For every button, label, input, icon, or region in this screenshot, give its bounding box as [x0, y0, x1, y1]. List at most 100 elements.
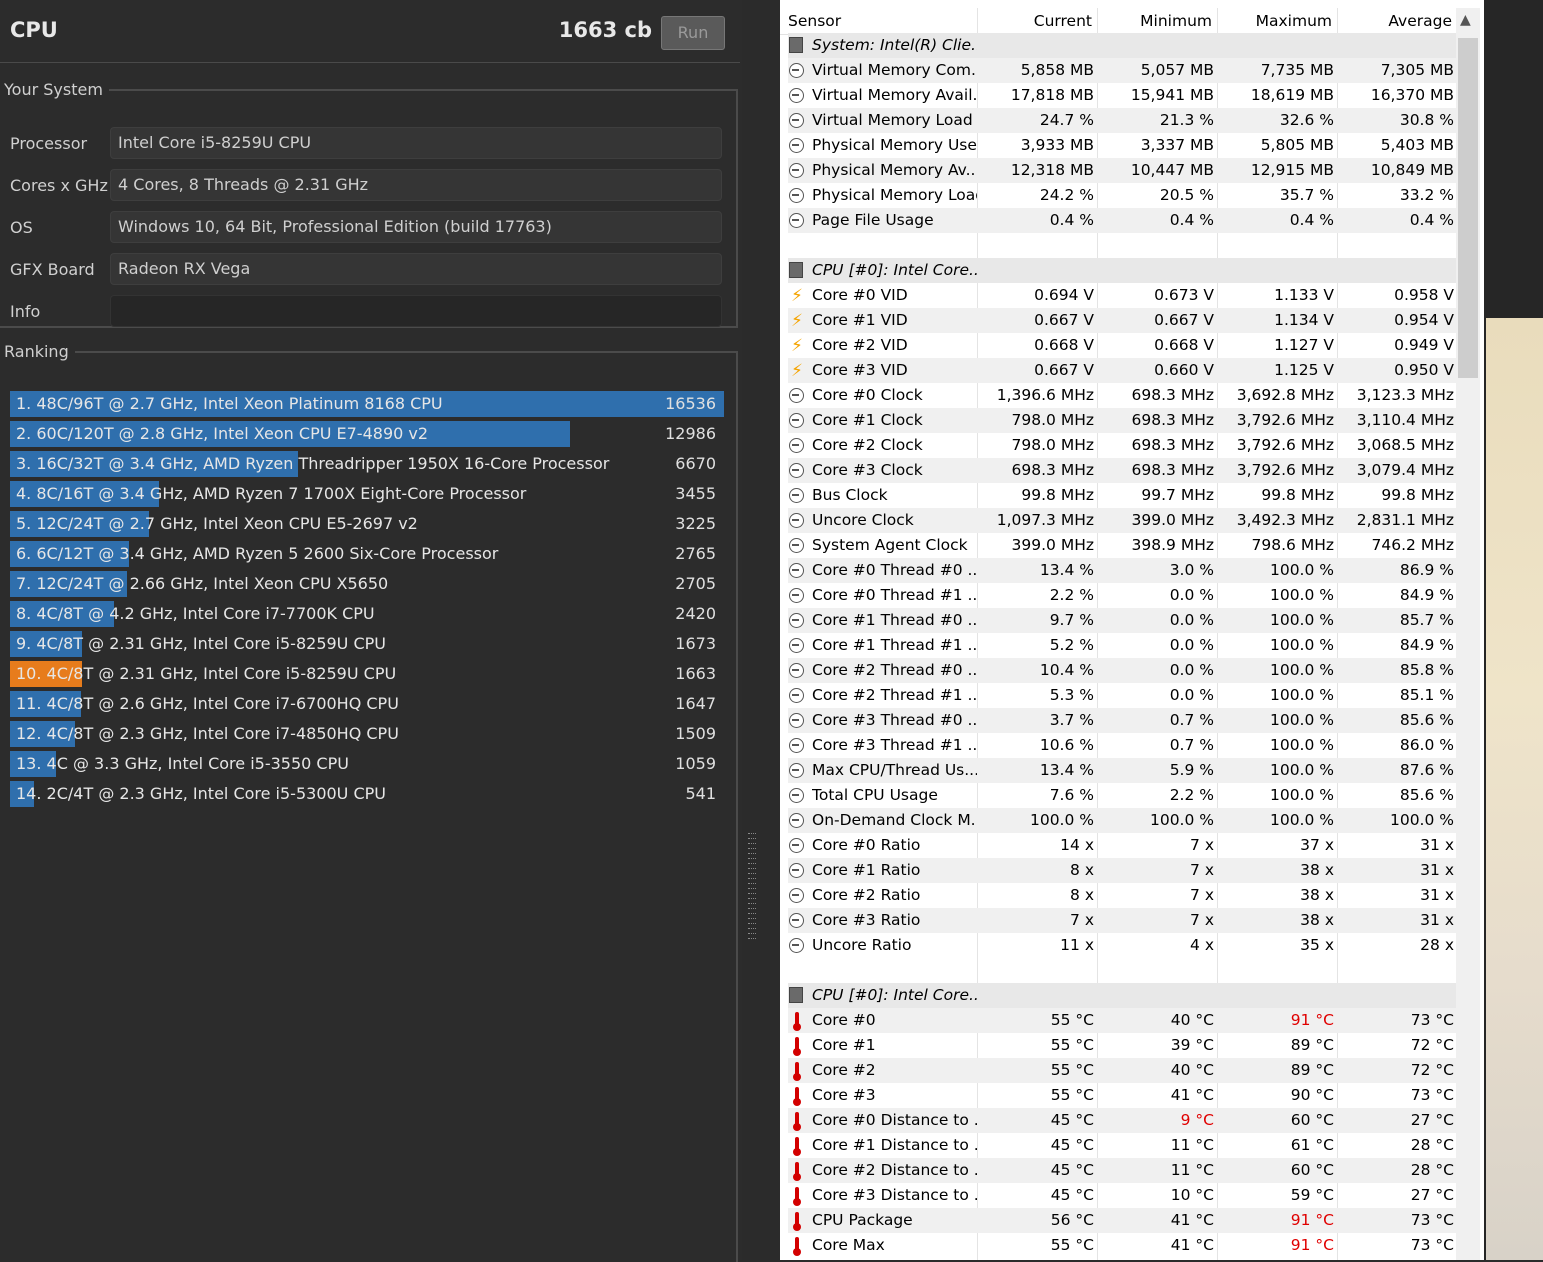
ranking-item[interactable]: 5. 12C/24T @ 2.7 GHz, Intel Xeon CPU E5-…: [10, 511, 724, 537]
sensor-gauge-icon: [789, 162, 807, 180]
ranking-item[interactable]: 6. 6C/12T @ 3.4 GHz, AMD Ryzen 5 2600 Si…: [10, 541, 724, 567]
sensor-row[interactable]: Core #0 Clock 1,396.6 MHz 698.3 MHz 3,692.8…: [788, 383, 1456, 408]
value-maximum: 100.0 %: [1269, 686, 1334, 704]
ranking-item[interactable]: 7. 12C/24T @ 2.66 GHz, Intel Xeon CPU X5…: [10, 571, 724, 597]
sensor-row[interactable]: Core #1 Thread #1 ... 5.2 % 0.0 % 100.0 % 84…: [788, 633, 1456, 658]
column-header-current[interactable]: Current: [976, 12, 1092, 30]
sensor-row[interactable]: ⚡ Core #2 VID 0.668 V 0.668 V 1.127 V 0.949 V: [788, 333, 1456, 358]
sensor-row[interactable]: Core #1 Thread #0 ... 9.7 % 0.0 % 100.0 % 85…: [788, 608, 1456, 633]
sensor-row[interactable]: Core #3 Ratio 7 x 7 x 38 x 31 x: [788, 908, 1456, 933]
sensor-gauge-icon: [789, 412, 807, 430]
sensor-name: Max CPU/Thread Us...: [812, 761, 977, 779]
sensor-row[interactable]: Core #1 55 °C 39 °C 89 °C 72 °C: [788, 1033, 1456, 1058]
sensor-row[interactable]: Core #0 Distance to ... 45 °C 9 °C 60 °C 27 …: [788, 1108, 1456, 1133]
sensor-row[interactable]: ⚡ Core #3 VID 0.667 V 0.660 V 1.125 V 0.950 V: [788, 358, 1456, 383]
ranking-item[interactable]: 1. 48C/96T @ 2.7 GHz, Intel Xeon Platinu…: [10, 391, 724, 417]
sensor-name: Core #2 Ratio: [812, 886, 921, 904]
sensor-row[interactable]: Bus Clock 99.8 MHz 99.7 MHz 99.8 MHz 99.8 MH…: [788, 483, 1456, 508]
sensor-row[interactable]: Core #3 Thread #0 ... 3.7 % 0.7 % 100.0 % 85…: [788, 708, 1456, 733]
ranking-item[interactable]: 9. 4C/8T @ 2.31 GHz, Intel Core i5-8259U…: [10, 631, 724, 657]
system-value-field[interactable]: Radeon RX Vega: [110, 253, 722, 285]
sensor-name: Core Max: [812, 1236, 885, 1254]
sensor-row[interactable]: Virtual Memory Avail... 17,818 MB 15,941 M…: [788, 83, 1456, 108]
value-minimum: 698.3 MHz: [1131, 436, 1214, 454]
sensor-row[interactable]: Core #0 55 °C 40 °C 91 °C 73 °C: [788, 1008, 1456, 1033]
sensor-row[interactable]: Core #2 55 °C 40 °C 89 °C 72 °C: [788, 1058, 1456, 1083]
sensor-row[interactable]: CPU Package 56 °C 41 °C 91 °C 73 °C: [788, 1208, 1456, 1233]
sensor-row[interactable]: On-Demand Clock M... 100.0 % 100.0 % 100.0 …: [788, 808, 1456, 833]
sensor-row[interactable]: Core #3 55 °C 41 °C 90 °C 73 °C: [788, 1083, 1456, 1108]
sensor-row[interactable]: Core #0 Thread #1 ... 2.2 % 0.0 % 100.0 % 84…: [788, 583, 1456, 608]
sensor-row[interactable]: Core #1 Clock 798.0 MHz 698.3 MHz 3,792.6 M…: [788, 408, 1456, 433]
value-maximum: 100.0 %: [1269, 786, 1334, 804]
sensor-name: Core #3 Ratio: [812, 911, 921, 929]
sensor-group-header[interactable]: CPU [#0]: Intel Core...: [788, 258, 1456, 283]
sensor-row[interactable]: Core #2 Ratio 8 x 7 x 38 x 31 x: [788, 883, 1456, 908]
splitter-handle[interactable]: [748, 833, 756, 939]
sensor-group-header[interactable]: CPU [#0]: Intel Core...: [788, 983, 1456, 1008]
sensor-row[interactable]: Core #2 Thread #0 ... 10.4 % 0.0 % 100.0 % 8…: [788, 658, 1456, 683]
scroll-up-icon[interactable]: ▲: [1460, 12, 1471, 28]
ranking-item[interactable]: 11. 4C/8T @ 2.6 GHz, Intel Core i7-6700H…: [10, 691, 724, 717]
ranking-item[interactable]: 12. 4C/8T @ 2.3 GHz, Intel Core i7-4850H…: [10, 721, 724, 747]
sensor-row[interactable]: Physical Memory Used 3,933 MB 3,337 MB 5,80…: [788, 133, 1456, 158]
column-header-average[interactable]: Average: [1336, 12, 1452, 30]
ranking-score: 3455: [675, 484, 716, 503]
desktop-background: [1484, 0, 1543, 1260]
sensor-row[interactable]: Core #3 Distance to ... 45 °C 10 °C 59 °C 27…: [788, 1183, 1456, 1208]
value-average: 0.4 %: [1409, 211, 1454, 229]
ranking-item[interactable]: 2. 60C/120T @ 2.8 GHz, Intel Xeon CPU E7…: [10, 421, 724, 447]
value-average: 2,831.1 MHz: [1356, 511, 1454, 529]
sensor-row[interactable]: Core #3 Thread #1 ... 10.6 % 0.7 % 100.0 % 8…: [788, 733, 1456, 758]
value-average: 33.2 %: [1399, 186, 1454, 204]
sensor-row[interactable]: Core #0 Thread #0 ... 13.4 % 3.0 % 100.0 % 8…: [788, 558, 1456, 583]
sensor-name: Core #1 VID: [812, 311, 908, 329]
thermometer-icon: [789, 1162, 807, 1181]
column-header-maximum[interactable]: Maximum: [1216, 12, 1332, 30]
sensor-gauge-icon: [789, 112, 807, 130]
sensor-row[interactable]: Core #1 Ratio 8 x 7 x 38 x 31 x: [788, 858, 1456, 883]
sensor-row[interactable]: Uncore Clock 1,097.3 MHz 399.0 MHz 3,492.3 …: [788, 508, 1456, 533]
system-value-field[interactable]: Windows 10, 64 Bit, Professional Edition…: [110, 211, 722, 243]
sensor-row[interactable]: Core #2 Distance to ... 45 °C 11 °C 60 °C 28…: [788, 1158, 1456, 1183]
sensor-row[interactable]: Core #1 Distance to ... 45 °C 11 °C 61 °C 28…: [788, 1133, 1456, 1158]
system-value-field[interactable]: 4 Cores, 8 Threads @ 2.31 GHz: [110, 169, 722, 201]
sensor-row[interactable]: Page File Usage 0.4 % 0.4 % 0.4 % 0.4 %: [788, 208, 1456, 233]
vertical-scrollbar[interactable]: ▲: [1456, 8, 1480, 1260]
ranking-item[interactable]: 4. 8C/16T @ 3.4 GHz, AMD Ryzen 7 1700X E…: [10, 481, 724, 507]
sensor-row[interactable]: ⚡ Core #1 VID 0.667 V 0.667 V 1.134 V 0.954 V: [788, 308, 1456, 333]
ranking-item[interactable]: 14. 2C/4T @ 2.3 GHz, Intel Core i5-5300U…: [10, 781, 724, 807]
ranking-item[interactable]: 3. 16C/32T @ 3.4 GHz, AMD Ryzen Threadri…: [10, 451, 724, 477]
sensor-row[interactable]: Core #3 Clock 698.3 MHz 698.3 MHz 3,792.6 M…: [788, 458, 1456, 483]
ranking-item[interactable]: 8. 4C/8T @ 4.2 GHz, Intel Core i7-7700K …: [10, 601, 724, 627]
column-header-sensor[interactable]: Sensor: [788, 12, 841, 30]
info-input[interactable]: [110, 295, 722, 327]
ranking-item[interactable]: 10. 4C/8T @ 2.31 GHz, Intel Core i5-8259…: [10, 661, 724, 687]
sensor-row[interactable]: Core Max 55 °C 41 °C 91 °C 73 °C: [788, 1233, 1456, 1258]
sensor-row[interactable]: Core #2 Thread #1 ... 5.3 % 0.0 % 100.0 % 85…: [788, 683, 1456, 708]
column-header-minimum[interactable]: Minimum: [1096, 12, 1212, 30]
sensor-name: Core #3: [812, 1086, 876, 1104]
value-maximum: 38 x: [1300, 886, 1334, 904]
sensor-row[interactable]: System Agent Clock 399.0 MHz 398.9 MHz 798.…: [788, 533, 1456, 558]
sensor-row[interactable]: Uncore Ratio 11 x 4 x 35 x 28 x: [788, 933, 1456, 958]
sensor-row[interactable]: Physical Memory Load 24.2 % 20.5 % 35.7 % 33…: [788, 183, 1456, 208]
sensor-row[interactable]: Core #2 Clock 798.0 MHz 698.3 MHz 3,792.6 M…: [788, 433, 1456, 458]
system-value-field[interactable]: Intel Core i5-8259U CPU: [110, 127, 722, 159]
run-button[interactable]: Run: [661, 16, 725, 50]
sensor-row[interactable]: Max CPU/Thread Us... 13.4 % 5.9 % 100.0 % 87…: [788, 758, 1456, 783]
sensor-group-header[interactable]: System: Intel(R) Clie...: [788, 33, 1456, 58]
value-current: 55 °C: [1050, 1061, 1094, 1079]
ranking-item[interactable]: 13. 4C @ 3.3 GHz, Intel Core i5-3550 CPU…: [10, 751, 724, 777]
sensor-row[interactable]: Core #0 Ratio 14 x 7 x 37 x 31 x: [788, 833, 1456, 858]
value-maximum: 3,792.6 MHz: [1236, 411, 1334, 429]
sensor-row[interactable]: Total CPU Usage 7.6 % 2.2 % 100.0 % 85.6 %: [788, 783, 1456, 808]
sensor-row[interactable]: ⚡ Core #0 VID 0.694 V 0.673 V 1.133 V 0.958 V: [788, 283, 1456, 308]
value-maximum: 100.0 %: [1269, 561, 1334, 579]
sensor-row[interactable]: Virtual Memory Com... 5,858 MB 5,057 MB 7,7…: [788, 58, 1456, 83]
sensor-name: Core #2 Thread #1 ...: [812, 686, 977, 704]
scrollbar-thumb[interactable]: [1458, 38, 1478, 378]
sensor-row[interactable]: Virtual Memory Load 24.7 % 21.3 % 32.6 % 30.…: [788, 108, 1456, 133]
sensor-row[interactable]: Physical Memory Av... 12,318 MB 10,447 MB 1…: [788, 158, 1456, 183]
value-average: 99.8 MHz: [1381, 486, 1454, 504]
